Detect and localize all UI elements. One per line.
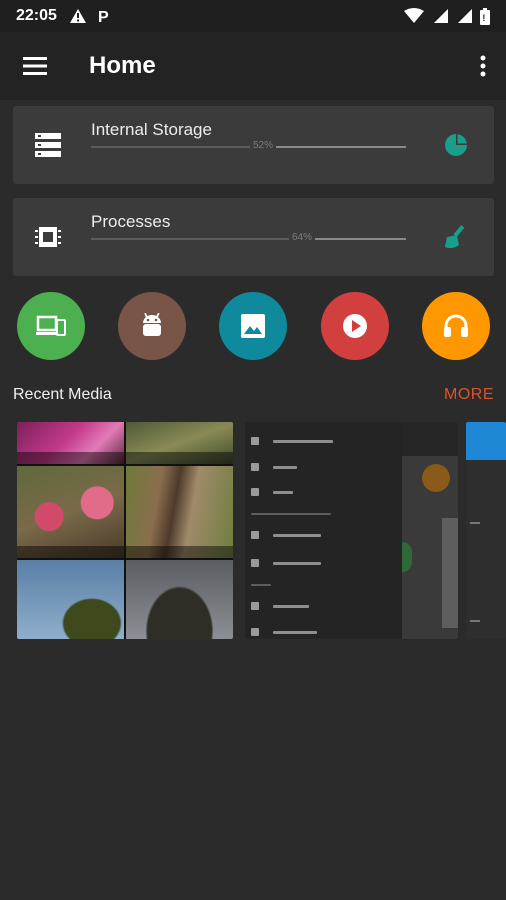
parking-icon: P <box>98 9 109 24</box>
hamburger-menu-icon <box>23 57 47 75</box>
signal-icon <box>458 9 472 23</box>
photo-tile <box>17 422 124 464</box>
battery-icon: ! <box>480 7 490 25</box>
drawer-preview <box>245 422 402 639</box>
memory-chip-icon <box>35 227 61 247</box>
photo-tile <box>17 466 124 558</box>
recent-media-thumbnail[interactable] <box>245 422 458 639</box>
internal-storage-card[interactable]: Internal Storage 52% <box>13 106 494 184</box>
storage-title: Internal Storage <box>91 120 212 139</box>
android-icon <box>143 313 161 336</box>
devices-icon <box>36 315 66 336</box>
photo-tile <box>126 466 233 558</box>
photo-tile <box>17 560 124 639</box>
storage-percent: 52% <box>250 140 277 151</box>
more-link[interactable]: MORE <box>444 386 494 404</box>
images-shortcut-button[interactable] <box>219 292 287 360</box>
recent-media-thumbnail[interactable] <box>466 422 506 639</box>
overflow-menu-button[interactable] <box>460 32 506 100</box>
processes-title: Processes <box>91 212 171 231</box>
app-bar: Home <box>0 32 506 100</box>
recent-media-thumbnail[interactable] <box>17 422 233 639</box>
processes-progress-bar <box>91 238 406 240</box>
recent-media-heading: Recent Media <box>13 386 112 403</box>
signal-icon <box>434 9 448 23</box>
image-icon <box>241 314 265 338</box>
photo-tile <box>126 560 233 639</box>
audio-shortcut-button[interactable] <box>422 292 490 360</box>
videos-shortcut-button[interactable] <box>321 292 389 360</box>
svg-text:P: P <box>98 9 109 24</box>
storage-progress-bar <box>91 146 406 148</box>
play-icon <box>343 314 367 338</box>
devices-shortcut-button[interactable] <box>17 292 85 360</box>
processes-percent: 64% <box>289 232 316 243</box>
processes-card[interactable]: Processes 64% <box>13 198 494 276</box>
status-bar: 22:05 P ! <box>0 0 506 32</box>
svg-text:!: ! <box>482 13 485 23</box>
shortcut-row <box>0 292 506 362</box>
storage-icon <box>35 133 61 157</box>
drawer-preview-background <box>402 422 458 639</box>
more-vert-icon <box>480 55 486 77</box>
pie-chart-icon[interactable] <box>442 131 470 159</box>
broom-clean-icon[interactable] <box>442 223 470 251</box>
apps-shortcut-button[interactable] <box>118 292 186 360</box>
headphones-icon <box>444 314 468 337</box>
page-title: Home <box>89 52 156 79</box>
warning-icon <box>69 9 86 23</box>
hamburger-menu-button[interactable] <box>0 32 70 100</box>
photo-tile <box>126 422 233 464</box>
status-time: 22:05 <box>16 7 57 24</box>
wifi-icon <box>404 8 424 23</box>
